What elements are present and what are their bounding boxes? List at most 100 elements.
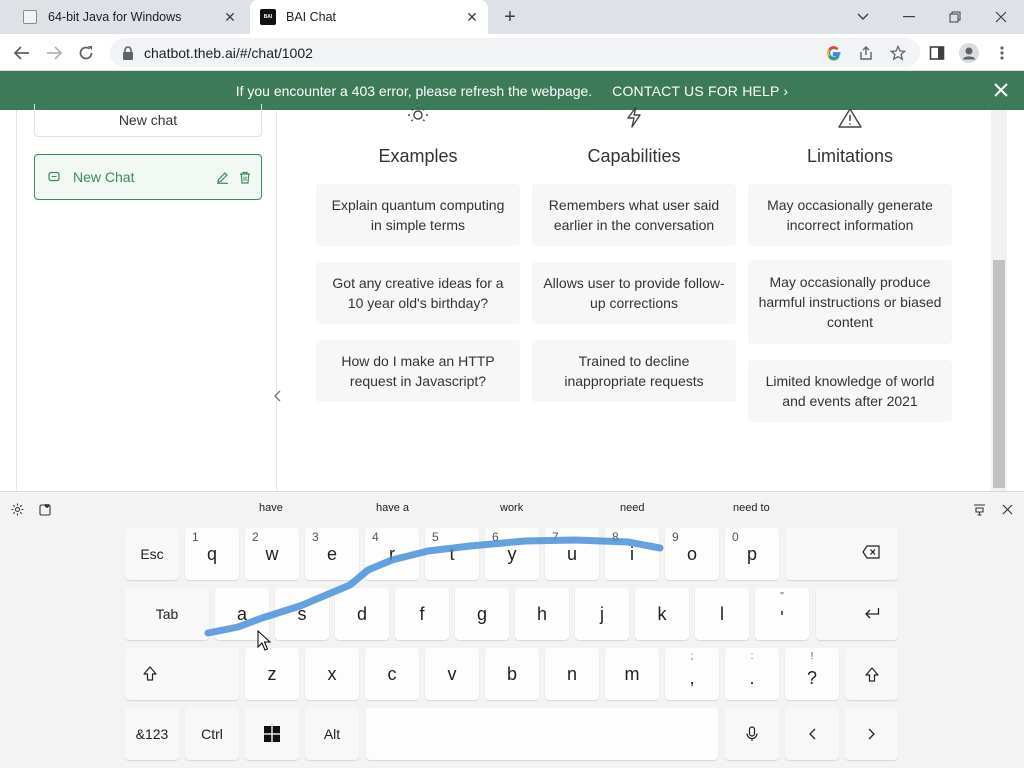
key-question[interactable]: !? (785, 648, 839, 700)
keyboard-close-icon[interactable] (998, 500, 1016, 518)
key-enter[interactable] (816, 588, 898, 640)
tab-title: BAI Chat (286, 10, 337, 24)
back-arrow-icon[interactable] (8, 39, 36, 67)
key-backspace[interactable] (786, 528, 898, 580)
close-tab-icon[interactable]: ✕ (462, 7, 482, 27)
key-microphone[interactable] (725, 708, 779, 760)
java-favicon-icon (22, 9, 38, 25)
key-p[interactable]: 0p (725, 528, 779, 580)
key-f[interactable]: f (395, 588, 449, 640)
restore-icon[interactable] (932, 0, 978, 34)
key-letter: t (449, 543, 455, 564)
key-comma[interactable]: ;, (665, 648, 719, 700)
chevron-left-icon (808, 728, 816, 740)
reload-icon[interactable] (72, 39, 100, 67)
new-tab-icon[interactable]: + (498, 5, 522, 29)
suggestion-item[interactable]: have (259, 502, 283, 514)
sidebar-chat-item[interactable]: New Chat (34, 154, 262, 200)
example-card[interactable]: Got any creative ideas for a 10 year old… (316, 262, 520, 324)
key-j[interactable]: j (575, 588, 629, 640)
key-number: 3 (312, 530, 319, 544)
key-r[interactable]: 4r (365, 528, 419, 580)
suggestion-item[interactable]: have a (376, 502, 409, 514)
column-heading: Examples (378, 146, 458, 166)
key-d[interactable]: d (335, 588, 389, 640)
key-c[interactable]: c (365, 648, 419, 700)
tab-java[interactable]: 64-bit Java for Windows ✕ (12, 0, 246, 34)
key-g[interactable]: g (455, 588, 509, 640)
key-b[interactable]: b (485, 648, 539, 700)
profile-avatar-icon[interactable] (958, 42, 980, 64)
key-h[interactable]: h (515, 588, 569, 640)
star-bookmark-icon[interactable] (887, 42, 909, 64)
google-icon[interactable] (823, 42, 845, 64)
key-shift-right[interactable] (845, 648, 898, 700)
key-q[interactable]: 1q (185, 528, 239, 580)
keyboard-settings-gear-icon[interactable] (8, 500, 26, 518)
edit-pencil-icon[interactable] (215, 170, 229, 184)
key-ctrl[interactable]: Ctrl (185, 708, 239, 760)
key-period[interactable]: :. (725, 648, 779, 700)
contact-us-link[interactable]: CONTACT US FOR HELP › (612, 83, 788, 99)
new-chat-button[interactable]: New chat (34, 104, 262, 137)
delete-trash-icon[interactable] (238, 170, 252, 184)
key-v[interactable]: v (425, 648, 479, 700)
key-symbols[interactable]: &123 (125, 708, 179, 760)
key-letter: q (206, 543, 217, 564)
key-e[interactable]: 3e (305, 528, 359, 580)
key-windows[interactable] (245, 708, 299, 760)
forward-arrow-icon[interactable] (40, 39, 68, 67)
share-icon[interactable] (855, 42, 877, 64)
key-symbol: ? (806, 667, 817, 688)
tab-title: 64-bit Java for Windows (48, 10, 182, 24)
key-x[interactable]: x (305, 648, 359, 700)
suggestion-item[interactable]: work (500, 502, 523, 514)
key-u[interactable]: 7u (545, 528, 599, 580)
minimize-icon[interactable] (886, 0, 932, 34)
scrollbar-thumb[interactable] (993, 260, 1005, 488)
key-k[interactable]: k (635, 588, 689, 640)
kebab-menu-icon[interactable] (991, 42, 1013, 64)
emoji-heart-icon[interactable] (36, 500, 54, 518)
key-z[interactable]: z (245, 648, 299, 700)
key-number: 8 (612, 530, 619, 544)
key-m[interactable]: m (605, 648, 659, 700)
side-panel-icon[interactable] (926, 42, 948, 64)
key-w[interactable]: 2w (245, 528, 299, 580)
key-t[interactable]: 5t (425, 528, 479, 580)
key-s[interactable]: s (275, 588, 329, 640)
tab-search-chevron-icon[interactable] (840, 0, 886, 34)
microphone-icon (746, 726, 758, 742)
suggestion-item[interactable]: need (620, 502, 644, 514)
key-shift-left[interactable] (125, 648, 239, 700)
example-card[interactable]: How do I make an HTTP request in Javascr… (316, 340, 520, 402)
keyboard-dock-icon[interactable] (970, 500, 988, 518)
key-space[interactable] (366, 708, 718, 760)
key-tab[interactable]: Tab (125, 588, 209, 640)
window-close-icon[interactable] (978, 0, 1024, 34)
key-arrow-right[interactable] (845, 708, 898, 760)
key-arrow-left[interactable] (785, 708, 839, 760)
key-esc[interactable]: Esc (125, 528, 179, 580)
page-scrollbar[interactable] (991, 110, 1007, 491)
suggestion-item[interactable]: need to (733, 502, 770, 514)
tab-bai-chat[interactable]: BAI BAI Chat ✕ (250, 0, 488, 34)
key-apostrophe[interactable]: " ' (755, 588, 809, 640)
key-letter: i (630, 543, 634, 564)
shift-icon (143, 666, 157, 681)
key-alt[interactable]: Alt (305, 708, 359, 760)
key-o[interactable]: 9o (665, 528, 719, 580)
banner-close-icon[interactable] (990, 79, 1012, 101)
example-card[interactable]: Explain quantum computing in simple term… (316, 184, 520, 246)
url-text: chatbot.theb.ai/#/chat/1002 (144, 44, 313, 61)
omnibox[interactable]: chatbot.theb.ai/#/chat/1002 (110, 38, 920, 67)
lock-icon (123, 45, 133, 60)
key-shift-symbol: ; (690, 651, 694, 662)
key-l[interactable]: l (695, 588, 749, 640)
key-n[interactable]: n (545, 648, 599, 700)
close-tab-icon[interactable]: ✕ (220, 7, 240, 27)
bai-favicon-icon: BAI (260, 9, 276, 25)
key-i[interactable]: 8i (605, 528, 659, 580)
chat-sidebar: New chat New Chat (16, 104, 277, 491)
key-y[interactable]: 6y (485, 528, 539, 580)
